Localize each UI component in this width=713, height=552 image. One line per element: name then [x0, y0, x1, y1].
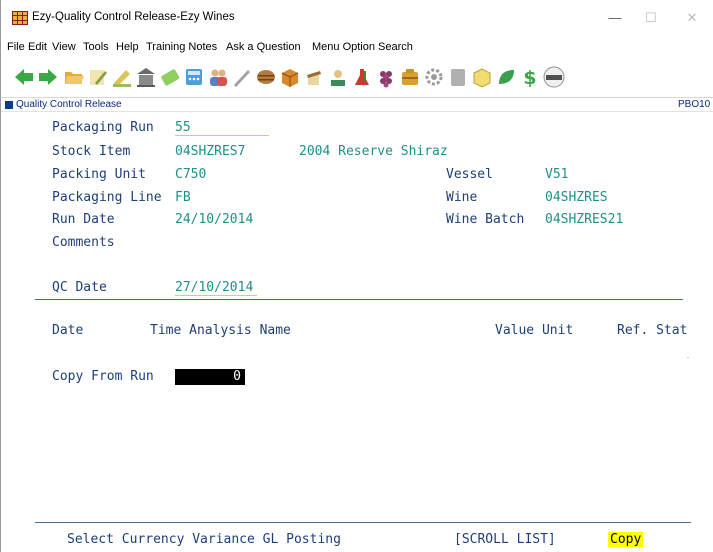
qc-date-label: QC Date	[52, 280, 107, 295]
packaging-run-field[interactable]: 55	[175, 120, 269, 136]
list-scroll-marker	[687, 357, 689, 358]
copy-from-run-label: Copy From Run	[52, 369, 154, 384]
close-button[interactable]: ✕	[677, 6, 707, 30]
qc-date-field[interactable]: 27/10/2014	[175, 280, 257, 296]
column-value-unit: Value Unit	[495, 323, 574, 338]
run-date-label: Run Date	[52, 212, 115, 227]
title-bar: Ezy-Quality Control Release-Ezy Wines — …	[1, 0, 713, 38]
menu-bar: File Edit View Tools Help Training Notes…	[1, 39, 713, 57]
scroll-list-button[interactable]: [SCROLL LIST]	[454, 532, 556, 547]
wine-value: 04SHZRES	[545, 190, 608, 205]
packaging-run-label: Packaging Run	[52, 120, 154, 135]
copy-button-label: Copy	[608, 532, 644, 547]
menu-training-notes[interactable]: Training Notes	[146, 41, 217, 53]
money-icon[interactable]	[159, 66, 181, 88]
menu-edit[interactable]: Edit	[28, 41, 47, 53]
menu-view[interactable]: View	[52, 41, 76, 53]
back-arrow-icon[interactable]	[13, 66, 35, 88]
menu-file[interactable]: File	[7, 41, 25, 53]
menu-option-search[interactable]: Menu Option Search	[312, 41, 413, 53]
footer-hint: Select Currency Variance GL Posting	[67, 532, 341, 547]
menu-tools[interactable]: Tools	[83, 41, 109, 53]
screen-title: Quality Control Release	[16, 99, 122, 110]
column-ref-stat: Ref. Stat	[617, 323, 688, 338]
building-icon[interactable]	[135, 66, 157, 88]
maximize-button[interactable]: ☐	[636, 6, 666, 30]
packing-unit-label: Packing Unit	[52, 167, 146, 182]
copy-button[interactable]: Copy	[608, 532, 644, 547]
leaf-icon[interactable]	[495, 66, 517, 88]
pencil-tool-icon[interactable]	[231, 66, 253, 88]
box-icon[interactable]	[279, 66, 301, 88]
packaging-line-value: FB	[175, 190, 191, 205]
packaging-line-label: Packaging Line	[52, 190, 162, 205]
vessel-value: V51	[545, 167, 569, 182]
stock-item-label: Stock Item	[52, 144, 131, 159]
gear-icon[interactable]	[423, 66, 445, 88]
grapes-icon[interactable]	[375, 66, 397, 88]
svg-text:$: $	[523, 67, 536, 88]
footer-divider	[35, 522, 691, 523]
edit-pencil-icon[interactable]	[87, 66, 109, 88]
pen-icon[interactable]	[111, 66, 133, 88]
flask-icon[interactable]	[351, 66, 373, 88]
comments-label: Comments	[52, 235, 115, 250]
dollar-icon[interactable]: $	[519, 66, 541, 88]
document-icon[interactable]	[447, 66, 469, 88]
screen-title-strip: Quality Control Release PBO10	[1, 97, 713, 112]
menu-help[interactable]: Help	[116, 41, 139, 53]
program-code: PBO10	[678, 99, 711, 110]
form-area: Packaging Run 55 Stock Item 04SHZRES7 20…	[1, 113, 713, 552]
forward-arrow-icon[interactable]	[37, 66, 59, 88]
scales-icon[interactable]	[327, 66, 349, 88]
window-title: Ezy-Quality Control Release-Ezy Wines	[32, 11, 235, 23]
barrel-icon[interactable]	[255, 66, 277, 88]
calculator-icon[interactable]	[183, 66, 205, 88]
packing-unit-value: C750	[175, 167, 207, 182]
open-folder-icon[interactable]	[63, 66, 85, 88]
screen-marker-icon	[5, 101, 13, 109]
stock-item-description: 2004 Reserve Shiraz	[299, 144, 448, 159]
toolbar: $	[1, 58, 713, 96]
minimize-button[interactable]: —	[600, 6, 630, 30]
bottle-icon[interactable]	[303, 66, 325, 88]
column-date: Date	[52, 323, 84, 338]
vessel-label: Vessel	[446, 167, 493, 182]
header-divider	[35, 299, 683, 300]
app-logo-icon	[12, 11, 28, 25]
wine-label: Wine	[446, 190, 478, 205]
wine-batch-value: 04SHZRES21	[545, 212, 624, 227]
wine-batch-label: Wine Batch	[446, 212, 525, 227]
crate-icon[interactable]	[399, 66, 421, 88]
run-date-value: 24/10/2014	[175, 212, 254, 227]
app-window: Ezy-Quality Control Release-Ezy Wines — …	[0, 0, 713, 552]
news-icon[interactable]	[543, 66, 565, 88]
users-icon[interactable]	[207, 66, 229, 88]
menu-ask-a-question[interactable]: Ask a Question	[226, 41, 301, 53]
column-time-analysis-name: Time Analysis Name	[150, 323, 291, 338]
package-icon[interactable]	[471, 66, 493, 88]
stock-item-code: 04SHZRES7	[175, 144, 246, 159]
copy-from-run-input[interactable]: 0	[175, 369, 245, 385]
